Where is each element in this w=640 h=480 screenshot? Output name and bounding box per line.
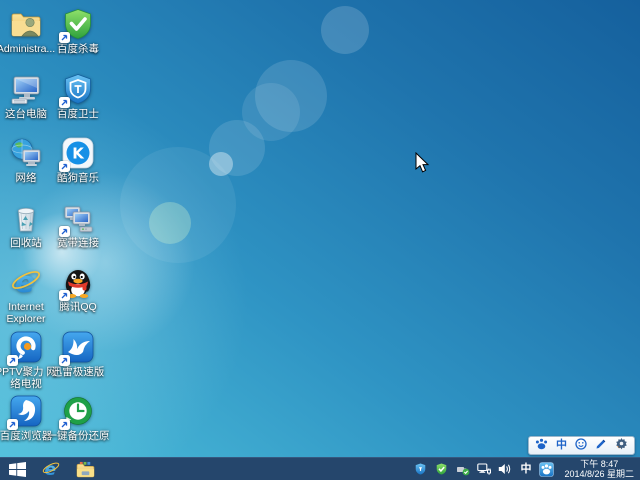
shortcut-arrow-icon: [59, 161, 70, 172]
tray-baidu-guard-shield-icon[interactable]: [413, 462, 428, 477]
desktop-icon-network[interactable]: 网络: [0, 133, 52, 198]
user-folder-icon: [9, 7, 43, 41]
desktop-icon-baidu-browser[interactable]: 百度浏览器: [0, 391, 52, 456]
recycle-bin-icon: [9, 201, 43, 235]
xunlei-bird-icon: [61, 330, 95, 364]
qq-penguin-icon: [61, 265, 95, 299]
baidu-browser-icon: [9, 394, 43, 428]
mouse-cursor: [415, 152, 430, 179]
chinese-mode-button[interactable]: 中: [556, 440, 567, 451]
kugou-k-icon: K: [61, 136, 95, 170]
tray-usb-safely-remove-icon[interactable]: [455, 462, 470, 477]
broadband-icon: [61, 201, 95, 235]
desktop-icon-tencent-qq[interactable]: 腾讯QQ: [52, 262, 104, 327]
lens-flare-circle: [255, 60, 327, 132]
taskbar-file-explorer[interactable]: [68, 458, 102, 480]
ie-icon: e: [9, 265, 43, 299]
shortcut-arrow-icon: [59, 97, 70, 108]
lens-flare-circle: [321, 6, 369, 54]
taskbar-internet-explorer[interactable]: e: [34, 458, 68, 480]
shortcut-arrow-icon: [59, 355, 70, 366]
desktop-background[interactable]: Administra... 这台电脑: [0, 0, 640, 457]
desktop-icon-backup-restore[interactable]: 一键备份还原: [52, 391, 104, 456]
network-globe-icon: [9, 136, 43, 170]
tray-volume-icon[interactable]: [497, 462, 512, 477]
shortcut-arrow-icon: [7, 355, 18, 366]
windows-logo-icon: [9, 462, 26, 477]
shortcut-arrow-icon: [7, 419, 18, 430]
svg-text:K: K: [72, 145, 85, 163]
green-shield-icon: [61, 7, 95, 41]
settings-gear-icon[interactable]: [615, 437, 628, 455]
tray-network-icon[interactable]: [476, 462, 491, 477]
tray-baidu-ime-paw-icon[interactable]: [539, 462, 554, 477]
desktop-icon-baidu-guard[interactable]: 百度卫士: [52, 69, 104, 134]
shortcut-arrow-icon: [59, 419, 70, 430]
shortcut-arrow-icon: [59, 290, 70, 301]
desktop-icon-label: 腾讯QQ: [45, 301, 111, 313]
desktop-icon-recycle-bin[interactable]: 回收站: [0, 198, 52, 263]
desktop-icon-internet-explorer[interactable]: e Internet Explorer: [0, 262, 52, 327]
ie-icon: e: [41, 459, 61, 479]
desktop-icon-grid: Administra... 这台电脑: [0, 4, 104, 456]
desktop-icon-label: 迅雷极速版: [45, 366, 111, 378]
desktop-icon-label: 百度杀毒: [45, 43, 111, 55]
shortcut-arrow-icon: [59, 226, 70, 237]
taskbar-clock[interactable]: 下午 8:47 2014/8/26 星期二: [560, 459, 634, 479]
desktop-icon-xunlei[interactable]: 迅雷极速版: [52, 327, 104, 392]
lens-flare-circle: [242, 83, 300, 141]
desktop-icon-label: 酷狗音乐: [45, 172, 111, 184]
desktop-icon-this-pc[interactable]: 这台电脑: [0, 69, 52, 134]
desktop-icon-label: 一键备份还原: [45, 430, 111, 442]
tray-baidu-antivirus-shield-icon[interactable]: [434, 462, 449, 477]
emoji-button[interactable]: [575, 437, 587, 455]
desktop-icon-baidu-antivirus[interactable]: 百度杀毒: [52, 4, 104, 69]
pptv-icon: [9, 330, 43, 364]
clock-date: 2014/8/26 星期二: [564, 469, 634, 479]
taskbar: e: [0, 457, 640, 480]
handwriting-pencil-icon[interactable]: [595, 437, 607, 455]
taskbar-left: e: [0, 458, 102, 480]
start-button[interactable]: [0, 458, 34, 480]
lens-flare-circle: [209, 120, 265, 176]
backup-clock-icon: [61, 394, 95, 428]
tray-input-language-indicator[interactable]: 中: [518, 462, 533, 477]
input-method-language-bar[interactable]: 中: [528, 436, 635, 455]
lens-flare-circle: [149, 202, 191, 244]
folder-icon: [76, 461, 95, 478]
clock-time: 下午 8:47: [564, 459, 634, 469]
desktop-icon-administrator[interactable]: Administra...: [0, 4, 52, 69]
desktop-icon-label: 百度卫士: [45, 108, 111, 120]
computer-icon: [9, 72, 43, 106]
desktop-icon-label: 宽带连接: [45, 237, 111, 249]
shortcut-arrow-icon: [59, 32, 70, 43]
desktop-icon-pptv[interactable]: PPTV聚力 网络电视: [0, 327, 52, 392]
desktop-icon-kugou-music[interactable]: K 酷狗音乐: [52, 133, 104, 198]
blue-shield-icon: [61, 72, 95, 106]
desktop-icon-broadband[interactable]: 宽带连接: [52, 198, 104, 263]
lens-flare-circle: [120, 147, 236, 263]
lens-flare-circle: [209, 152, 233, 176]
baidu-paw-icon[interactable]: [535, 437, 548, 455]
system-tray: 中 下午 8:47 2014/8/26 星期二: [413, 458, 640, 480]
